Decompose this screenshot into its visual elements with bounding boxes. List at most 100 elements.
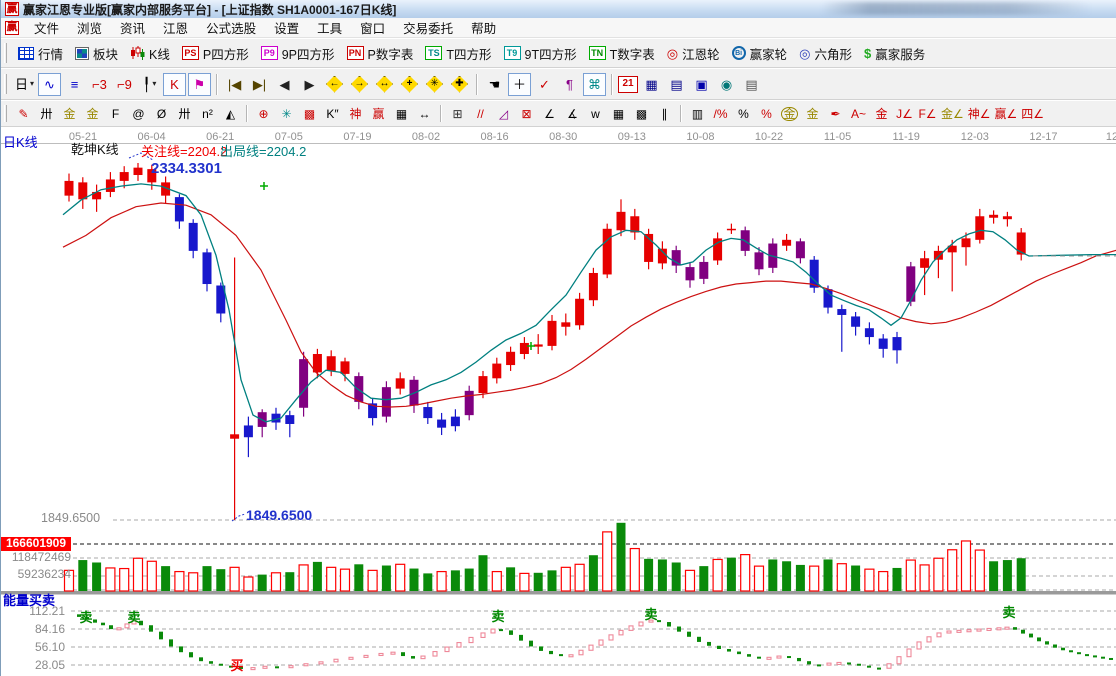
fibo-f-icon[interactable]: F xyxy=(105,104,126,124)
grid-123-icon[interactable]: ▦ xyxy=(391,104,412,124)
menu-news[interactable]: 资讯 xyxy=(111,16,154,39)
period-day-icon[interactable]: 日▾ xyxy=(13,73,36,96)
print-icon[interactable]: ▤ xyxy=(740,73,763,96)
signal-flag-icon[interactable]: ⚑ xyxy=(188,73,211,96)
pen-candle-icon[interactable]: ✒ xyxy=(825,104,846,124)
toolbar-grip[interactable] xyxy=(4,74,7,94)
pan-hand-icon[interactable]: ☚ xyxy=(483,73,506,96)
measure-icon[interactable]: ✓ xyxy=(533,73,556,96)
rays-icon[interactable]: // xyxy=(470,104,491,124)
si-angle-icon[interactable]: 四∠ xyxy=(1020,104,1045,124)
hash-ruler-icon[interactable]: 卅 xyxy=(174,104,195,124)
j-angle-icon[interactable]: J∠ xyxy=(894,104,915,124)
next-bar-icon[interactable]: ▶ xyxy=(298,73,321,96)
menu-tools[interactable]: 工具 xyxy=(308,16,351,39)
winner-wheel-button[interactable]: Bi 赢家轮 xyxy=(726,42,794,65)
kline-button[interactable]: K线 xyxy=(124,42,176,65)
price-box-icon[interactable]: ▥ xyxy=(687,104,708,124)
winner-service-button[interactable]: $ 赢家服务 xyxy=(858,42,931,65)
gold-lines-icon[interactable]: 金 xyxy=(802,104,823,124)
calendar-21-icon[interactable]: 21 xyxy=(618,76,638,93)
menu-browse[interactable]: 浏览 xyxy=(68,16,111,39)
f-angle-icon[interactable]: F∠ xyxy=(917,104,938,124)
t-number-button[interactable]: TN T数字表 xyxy=(583,42,661,65)
price-chart-canvas[interactable]: 05-2106-0406-2107-0507-1908-0208-1608-30… xyxy=(1,127,1116,676)
gann-lr-icon[interactable]: ↔ xyxy=(373,73,396,96)
t9-square-button[interactable]: T9 9T四方形 xyxy=(498,42,583,65)
candle-type-icon[interactable]: ╿▾ xyxy=(138,73,161,96)
menu-settings[interactable]: 设置 xyxy=(265,16,308,39)
export-web-icon[interactable]: ◉ xyxy=(715,73,738,96)
calculator-icon[interactable]: ▦ xyxy=(640,73,663,96)
gann-star-icon[interactable]: ✳ xyxy=(423,73,446,96)
percent-top-icon[interactable]: % xyxy=(756,104,777,124)
toolbar-grip[interactable] xyxy=(4,105,7,122)
wave-w-icon[interactable]: w xyxy=(585,104,606,124)
menu-formula[interactable]: 公式选股 xyxy=(197,16,265,39)
gann-wheel-button[interactable]: ◎ 江恩轮 xyxy=(661,42,726,65)
menu-help[interactable]: 帮助 xyxy=(462,16,505,39)
star-burst-icon[interactable]: ✳ xyxy=(276,104,297,124)
grid-fine-icon[interactable]: ▦ xyxy=(608,104,629,124)
crosshair-circle-icon[interactable]: ⊕ xyxy=(253,104,274,124)
gold-angle-icon[interactable]: 金∠ xyxy=(940,104,965,124)
save-icon[interactable]: ▣ xyxy=(690,73,713,96)
formula-icon[interactable]: ⌘ xyxy=(583,73,606,96)
prev-bar-icon[interactable]: ◀ xyxy=(273,73,296,96)
gold-split2-icon[interactable]: 金 xyxy=(82,104,103,124)
sectors-button[interactable]: 板块 xyxy=(69,42,124,65)
notes-icon[interactable]: ▤ xyxy=(665,73,688,96)
intraday-chart-icon[interactable]: ∿ xyxy=(38,73,61,96)
bars-3-icon[interactable]: ⌐3 xyxy=(88,73,111,96)
menu-file[interactable]: 文件 xyxy=(25,16,68,39)
a-wave-icon[interactable]: A~ xyxy=(848,104,869,124)
menu-window[interactable]: 窗口 xyxy=(351,16,394,39)
gold-split-icon[interactable]: 金 xyxy=(59,104,80,124)
angle-line2-icon[interactable]: ∡ xyxy=(562,104,583,124)
trend-pen-icon[interactable]: ✎ xyxy=(13,104,34,124)
t-square-button[interactable]: TS T四方形 xyxy=(419,42,497,65)
gold-circle-icon[interactable]: 金 xyxy=(779,104,800,124)
box-tool-icon[interactable]: ⊞ xyxy=(447,104,468,124)
n2-icon[interactable]: n² xyxy=(197,104,218,124)
k-mark-icon[interactable]: K″ xyxy=(322,104,343,124)
menu-gann[interactable]: 江恩 xyxy=(154,16,197,39)
menu-trade[interactable]: 交易委托 xyxy=(394,16,462,39)
info-list-icon[interactable]: ≡ xyxy=(63,73,86,96)
shen-tool-icon[interactable]: 神 xyxy=(345,104,366,124)
shen-angle-icon[interactable]: 神∠ xyxy=(967,104,992,124)
box-diag-icon[interactable]: ⊠ xyxy=(516,104,537,124)
parallel-icon[interactable]: ∥ xyxy=(654,104,675,124)
angle-line-icon[interactable]: ∠ xyxy=(539,104,560,124)
last-bar-icon[interactable]: ▶| xyxy=(248,73,271,96)
mark-tool-icon[interactable]: ¶ xyxy=(558,73,581,96)
crosshair-icon[interactable]: ＋ xyxy=(508,73,531,96)
toolbar-grip[interactable] xyxy=(4,43,7,62)
angle-flag-icon[interactable]: ◭ xyxy=(220,104,241,124)
fan-icon[interactable]: ◿ xyxy=(493,104,514,124)
grid-dense-icon[interactable]: ▩ xyxy=(631,104,652,124)
percent-line-icon[interactable]: /% xyxy=(710,104,731,124)
span-ruler-icon[interactable]: ↔ xyxy=(414,104,435,124)
gann-right-icon[interactable]: → xyxy=(348,73,371,96)
qiankun-kline-icon[interactable]: K xyxy=(163,73,186,96)
circle-tool-icon[interactable]: Ø xyxy=(151,104,172,124)
gann-all-icon[interactable]: ✚ xyxy=(448,73,471,96)
p-square-button[interactable]: PS P四方形 xyxy=(176,42,255,65)
p-number-button[interactable]: PN P数字表 xyxy=(341,42,420,65)
hexagon-button[interactable]: ◎ 六角形 xyxy=(793,42,858,65)
ying-tool-icon[interactable]: 赢 xyxy=(368,104,389,124)
bars-9-icon[interactable]: ⌐9 xyxy=(113,73,136,96)
gold-red-icon[interactable]: 金 xyxy=(871,104,892,124)
volume-bar xyxy=(713,559,722,591)
first-bar-icon[interactable]: |◀ xyxy=(223,73,246,96)
p9-square-button[interactable]: P9 9P四方形 xyxy=(255,42,341,65)
percent-icon[interactable]: % xyxy=(733,104,754,124)
red-grid-icon[interactable]: ▩ xyxy=(299,104,320,124)
gann-cross-icon[interactable]: + xyxy=(398,73,421,96)
spiral-icon[interactable]: @ xyxy=(128,104,149,124)
ying-angle-icon[interactable]: 赢∠ xyxy=(994,104,1019,124)
grid-ruler-icon[interactable]: 卅 xyxy=(36,104,57,124)
gann-left-icon[interactable]: ← xyxy=(323,73,346,96)
quotes-button[interactable]: 行情 xyxy=(12,42,69,65)
